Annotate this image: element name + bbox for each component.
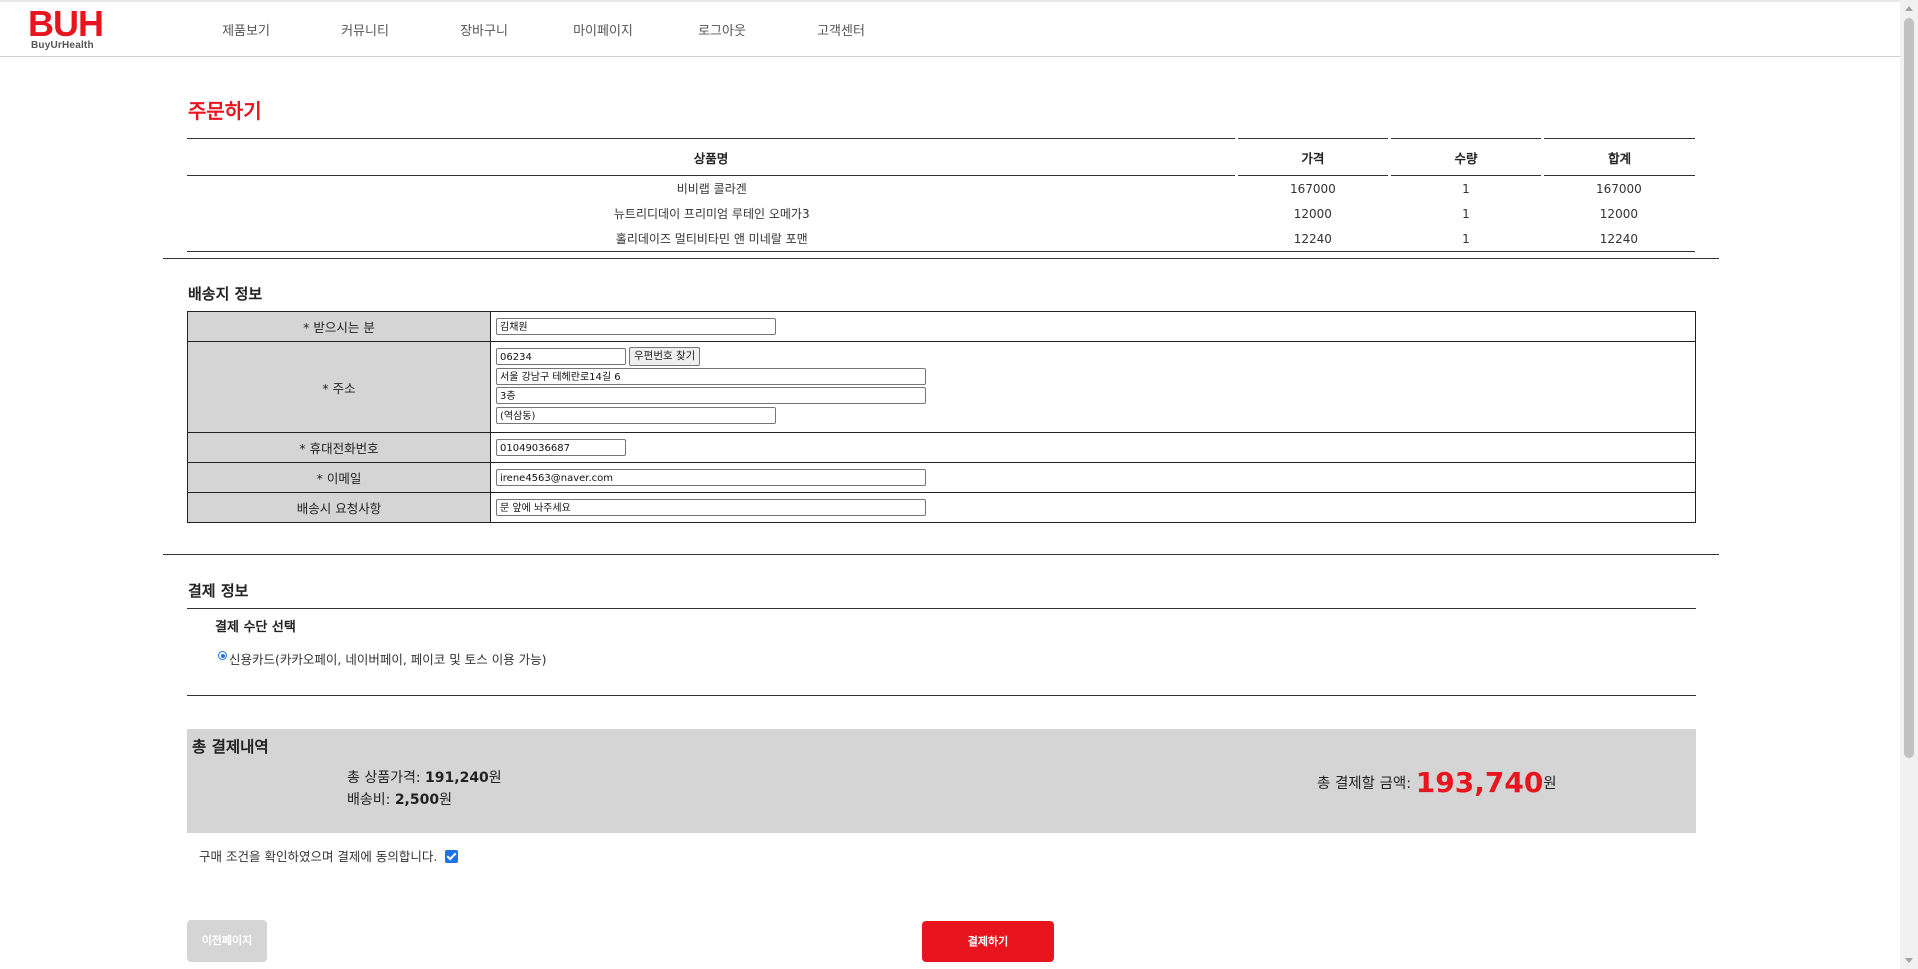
table-row: 홀리데이즈 멀티비타민 앤 미네랄 포맨 12240 1 12240 <box>187 226 1695 252</box>
summary-title: 총 결제내역 <box>192 738 269 756</box>
phone-cell: 01049036687 <box>490 432 1696 463</box>
logo-text: BUH <box>28 3 104 44</box>
product-price: 167000 <box>1289 181 1336 196</box>
page: BUH BuyUrHealth 제품보기 커뮤니티 장바구니 마이페이지 로그아… <box>0 0 1900 969</box>
address-input[interactable]: 서울 강남구 테헤란로14길 6 <box>496 368 926 385</box>
product-total: 12240 <box>1542 226 1695 252</box>
product-price: 12000 <box>1293 206 1332 221</box>
shipping-fee-line: 배송비: 2,500원 <box>347 789 452 809</box>
address-extra-input[interactable]: (역삼동) <box>496 407 776 424</box>
payment-summary: 총 결제내역 총 상품가격: 191,240원 배송비: 2,500원 총 결제… <box>187 729 1696 833</box>
agreement-text: 구매 조건을 확인하였으며 결제에 동의합니다. <box>199 849 438 864</box>
recipient-label: * 받으시는 분 <box>187 311 491 342</box>
product-total: 167000 <box>1595 181 1642 196</box>
product-total-line: 총 상품가격: 191,240원 <box>347 767 502 787</box>
payment-method-title: 결제 수단 선택 <box>215 620 296 635</box>
credit-card-radio[interactable] <box>218 651 227 660</box>
scrollbar[interactable] <box>1900 0 1918 969</box>
logo-subtext: BuyUrHealth <box>31 40 94 51</box>
request-row: 배송시 요청사항 문 앞에 놔주세요 <box>187 492 1696 523</box>
product-name: 홀리데이즈 멀티비타민 앤 미네랄 포맨 <box>187 226 1237 252</box>
credit-card-label[interactable]: 신용카드(카카오페이, 네이버페이, 페이코 및 토스 이용 가능) <box>229 649 547 668</box>
prev-page-button[interactable]: 이전페이지 <box>187 920 267 962</box>
order-header-row: 상품명 가격 수량 합계 <box>187 138 1695 176</box>
phone-input[interactable]: 01049036687 <box>496 439 626 456</box>
recipient-cell: 김채원 <box>490 311 1696 342</box>
product-quantity: 1 <box>1389 226 1543 252</box>
address-detail-input[interactable]: 3층 <box>496 387 926 404</box>
order-table: 상품명 가격 수량 합계 비비랩 콜라겐 167000 1 167000 뉴트리… <box>187 138 1695 252</box>
nav-customer-center[interactable]: 고객센터 <box>817 20 865 39</box>
address-cell: 06234 우편번호 찾기 서울 강남구 테헤란로14길 6 3층 (역삼동) <box>490 341 1696 433</box>
payment-divider <box>187 608 1696 609</box>
table-row: 뉴트리디데이 프리미엄 루테인 오메가3 12000 1 12000 <box>187 201 1695 226</box>
request-cell: 문 앞에 놔주세요 <box>490 492 1696 523</box>
section-divider <box>163 258 1719 259</box>
zipcode-input[interactable]: 06234 <box>496 348 626 365</box>
section-divider <box>163 554 1719 555</box>
scroll-up-arrow-icon[interactable] <box>1905 6 1913 11</box>
request-label: 배송시 요청사항 <box>187 492 491 523</box>
page-title: 주문하기 <box>188 99 262 123</box>
nav-logout[interactable]: 로그아웃 <box>698 20 746 39</box>
product-price: 12240 <box>1236 226 1390 252</box>
product-quantity: 1 <box>1462 181 1470 196</box>
agreement: 구매 조건을 확인하였으며 결제에 동의합니다. <box>199 846 459 865</box>
address-label: * 주소 <box>187 341 491 433</box>
request-input[interactable]: 문 앞에 놔주세요 <box>496 499 926 516</box>
header-quantity: 수량 <box>1389 138 1545 176</box>
product-total: 12000 <box>1599 206 1638 221</box>
recipient-row: * 받으시는 분 김채원 <box>187 311 1696 342</box>
header: BUH BuyUrHealth 제품보기 커뮤니티 장바구니 마이페이지 로그아… <box>0 2 1900 57</box>
find-zipcode-button[interactable]: 우편번호 찾기 <box>629 347 701 366</box>
product-name: 비비랩 콜라겐 <box>676 182 747 196</box>
won-unit: 원 <box>1543 776 1557 792</box>
scroll-thumb[interactable] <box>1904 18 1914 758</box>
grand-total-label: 총 결제할 금액: <box>1317 776 1416 792</box>
grand-total-value: 193,740 <box>1415 766 1544 799</box>
shipping-title: 배송지 정보 <box>188 285 263 303</box>
nav-community[interactable]: 커뮤니티 <box>341 20 389 39</box>
shipping-fee-value: 2,500 <box>394 792 440 808</box>
header-total: 합계 <box>1542 138 1695 176</box>
nav-mypage[interactable]: 마이페이지 <box>573 20 633 39</box>
email-input[interactable]: irene4563@naver.com <box>496 469 926 486</box>
won-unit: 원 <box>439 792 452 808</box>
pay-button[interactable]: 결제하기 <box>922 921 1054 962</box>
phone-label: * 휴대전화번호 <box>187 432 491 463</box>
product-quantity: 1 <box>1462 206 1470 221</box>
shipping-form: * 받으시는 분 김채원 * 주소 06234 우편번호 찾기 서울 강남구 테… <box>187 311 1696 523</box>
recipient-input[interactable]: 김채원 <box>496 318 776 335</box>
payment-title: 결제 정보 <box>188 582 249 600</box>
payment-divider-bottom <box>187 695 1696 696</box>
table-row: 비비랩 콜라겐 167000 1 167000 <box>187 176 1695 202</box>
email-label: * 이메일 <box>187 462 491 493</box>
logo[interactable]: BUH BuyUrHealth <box>28 6 112 52</box>
shipping-fee-label: 배송비: <box>347 792 395 808</box>
nav-cart[interactable]: 장바구니 <box>460 20 508 39</box>
won-unit: 원 <box>488 770 502 786</box>
product-total-label: 총 상품가격: <box>347 770 426 786</box>
scroll-down-arrow-icon[interactable] <box>1905 958 1913 963</box>
nav-products[interactable]: 제품보기 <box>222 20 270 39</box>
header-price: 가격 <box>1236 138 1391 176</box>
agreement-checkbox[interactable] <box>445 850 459 863</box>
address-row: * 주소 06234 우편번호 찾기 서울 강남구 테헤란로14길 6 3층 (… <box>187 341 1696 433</box>
header-product-name: 상품명 <box>187 138 1238 176</box>
product-name: 뉴트리디데이 프리미엄 루테인 오메가3 <box>613 207 810 221</box>
product-total-value: 191,240 <box>425 770 489 786</box>
email-row: * 이메일 irene4563@naver.com <box>187 462 1696 493</box>
phone-row: * 휴대전화번호 01049036687 <box>187 432 1696 463</box>
grand-total-line: 총 결제할 금액: 193,740원 <box>1317 766 1557 799</box>
email-cell: irene4563@naver.com <box>490 462 1696 493</box>
